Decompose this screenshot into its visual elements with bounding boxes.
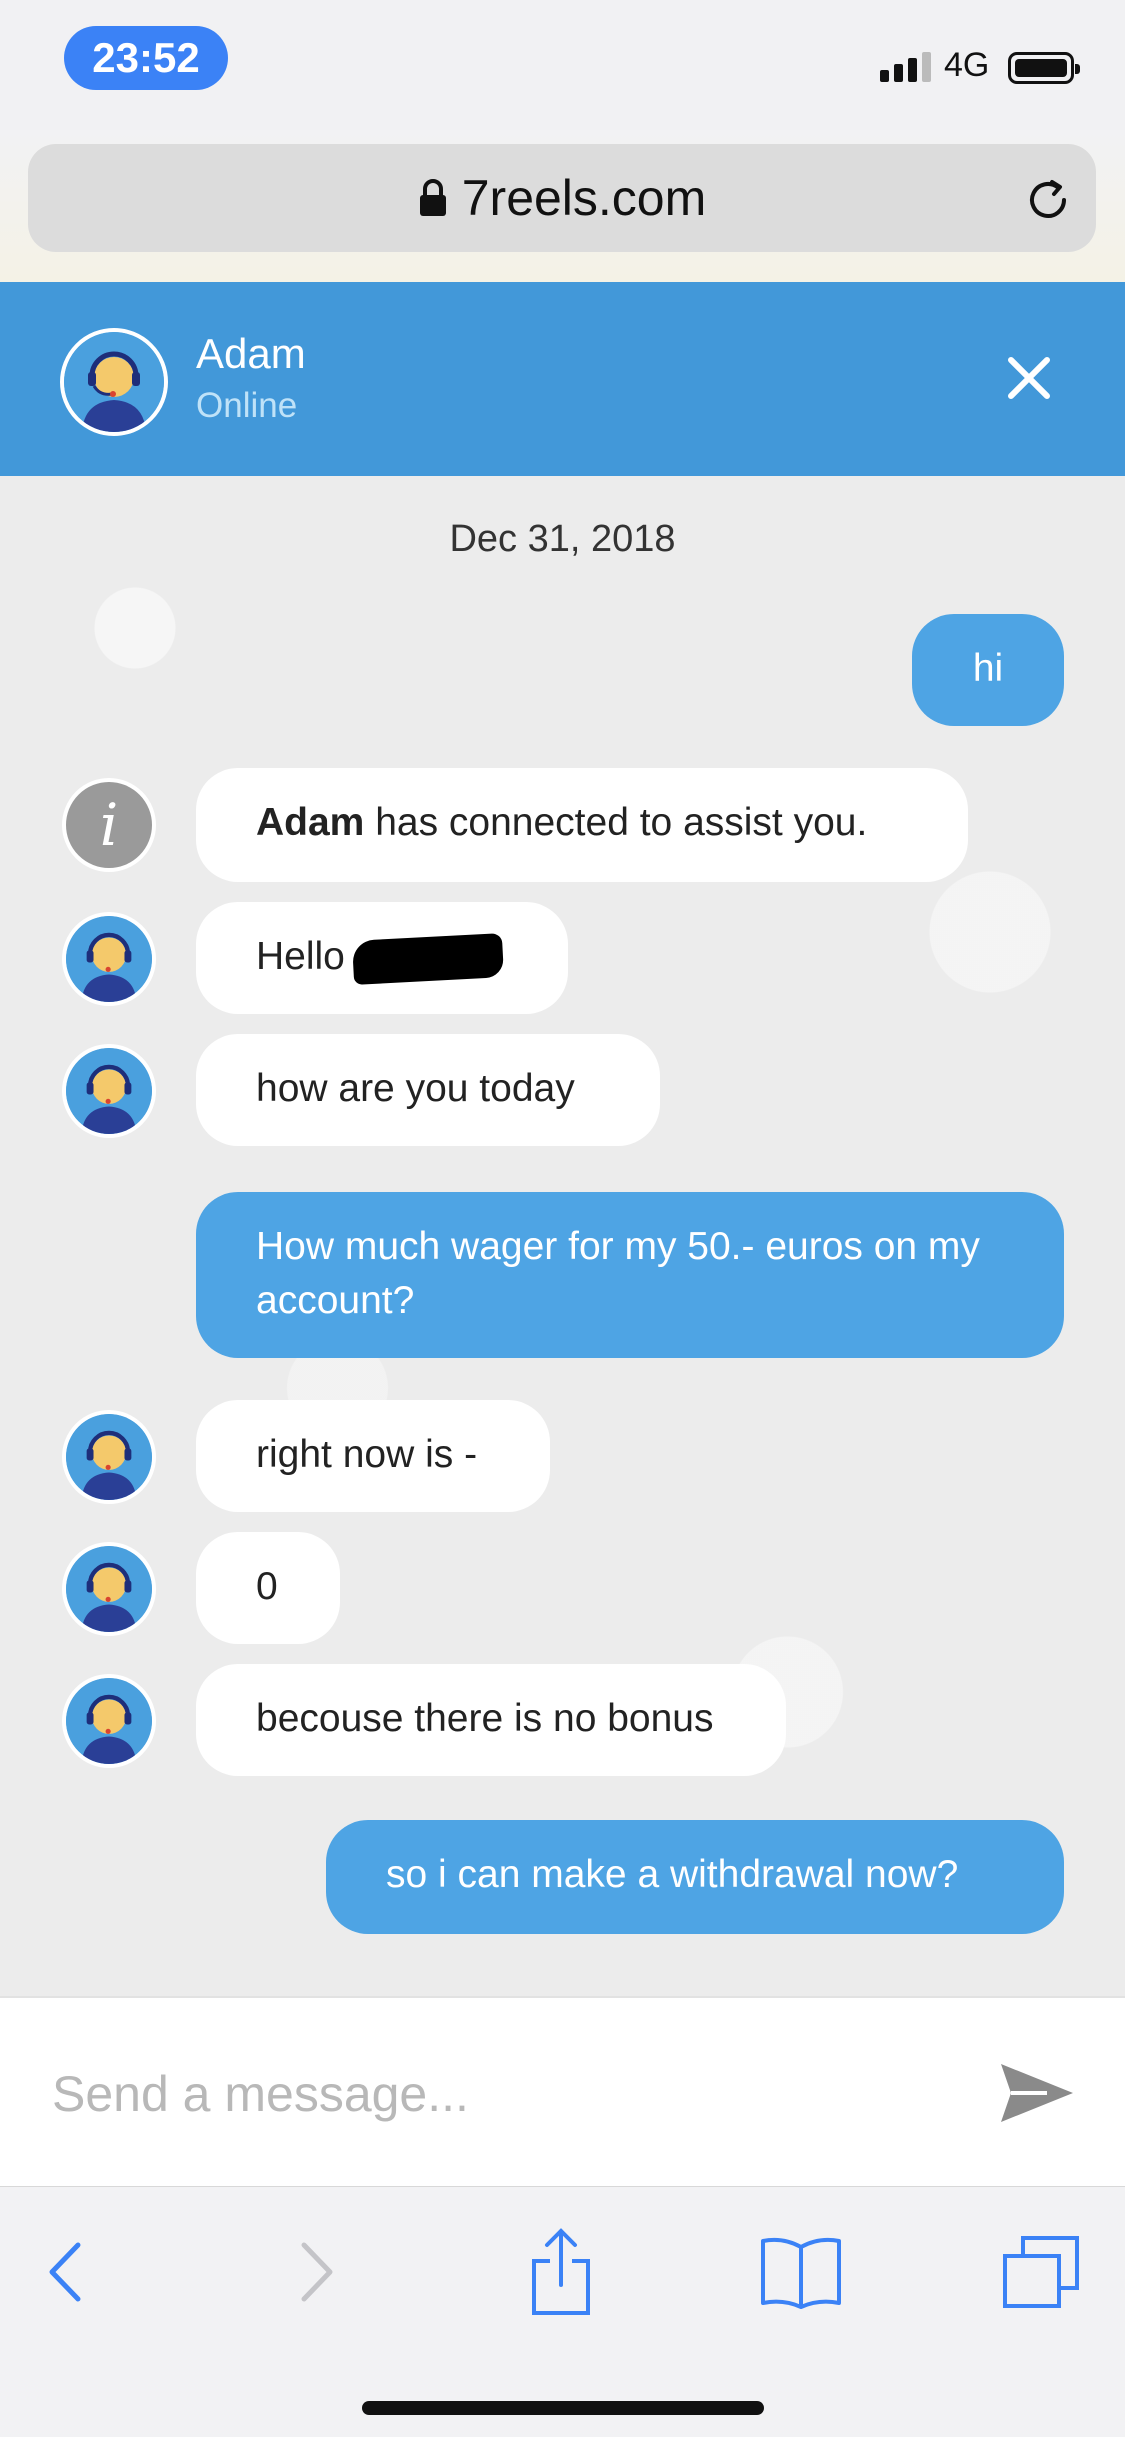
cellular-signal-icon [880,52,931,82]
user-message: so i can make a withdrawal now? [326,1820,1064,1934]
status-time[interactable]: 23:52 [64,26,228,90]
reload-icon[interactable] [1024,176,1072,224]
forward-icon [301,2242,333,2302]
tabs-icon [1003,2236,1079,2308]
system-message: Adam has connected to assist you. [196,768,968,882]
share-button[interactable] [516,2227,606,2317]
message-text: how are you today [256,1067,575,1110]
close-icon[interactable] [993,342,1065,414]
message-text: has connected to assist you. [364,801,868,844]
bookmarks-button[interactable] [756,2227,846,2317]
agent-avatar [62,1044,156,1138]
agent-avatar-icon [66,916,152,1002]
agent-avatar-icon [66,1414,152,1500]
user-message: How much wager for my 50.- euros on my a… [196,1192,1064,1358]
agent-avatar-icon [64,332,164,432]
message-text: right now is - [256,1433,478,1476]
agent-avatar [62,1674,156,1768]
agent-message: becouse there is no bonus [196,1664,786,1776]
back-icon [49,2242,81,2302]
chat-header: Adam Online [0,282,1125,476]
agent-message: how are you today [196,1034,660,1146]
redacted-name [351,932,504,985]
message-text: Hello [256,935,345,978]
agent-avatar-icon [66,1048,152,1134]
message-text: 0 [256,1565,278,1608]
message-composer [0,1996,1125,2188]
browser-url-area: 7reels.com [0,130,1125,282]
back-button[interactable] [20,2227,110,2317]
agent-message: right now is - [196,1400,550,1512]
agent-name: Adam [196,330,306,377]
share-icon [532,2228,590,2315]
agent-avatar [62,1410,156,1504]
tabs-button[interactable] [996,2227,1086,2317]
forward-button[interactable] [272,2227,362,2317]
send-icon[interactable] [997,2058,1077,2128]
agent-avatar [62,1542,156,1636]
message-text: hi [972,647,1004,690]
address-bar[interactable]: 7reels.com [28,144,1096,252]
message-text: so i can make a withdrawal now? [386,1853,959,1896]
system-message-agent: Adam [256,801,365,844]
status-bar: 23:52 4G [0,0,1125,130]
agent-avatar [60,328,168,436]
agent-status: Online [196,386,298,425]
battery-icon [1008,52,1080,84]
message-text: becouse there is no bonus [256,1697,714,1740]
agent-avatar-icon [66,1678,152,1764]
url-text: 7reels.com [461,170,707,226]
user-message: hi [912,614,1064,726]
message-input[interactable] [50,2048,954,2140]
network-type: 4G [944,46,990,84]
agent-avatar-icon [66,1546,152,1632]
message-text: How much wager for my 50.- euros on my a… [256,1225,980,1322]
agent-message: 0 [196,1532,340,1644]
browser-toolbar [0,2186,1125,2437]
chat-date: Dec 31, 2018 [449,518,676,560]
lock-icon [419,179,446,216]
chat-messages-area[interactable]: Dec 31, 2018 hi i Adam has connected to … [0,476,1125,1996]
bookmarks-icon [761,2237,841,2309]
info-icon: i [62,778,156,872]
home-indicator[interactable] [362,2401,764,2415]
agent-message: Hello [196,902,568,1014]
agent-avatar [62,912,156,1006]
